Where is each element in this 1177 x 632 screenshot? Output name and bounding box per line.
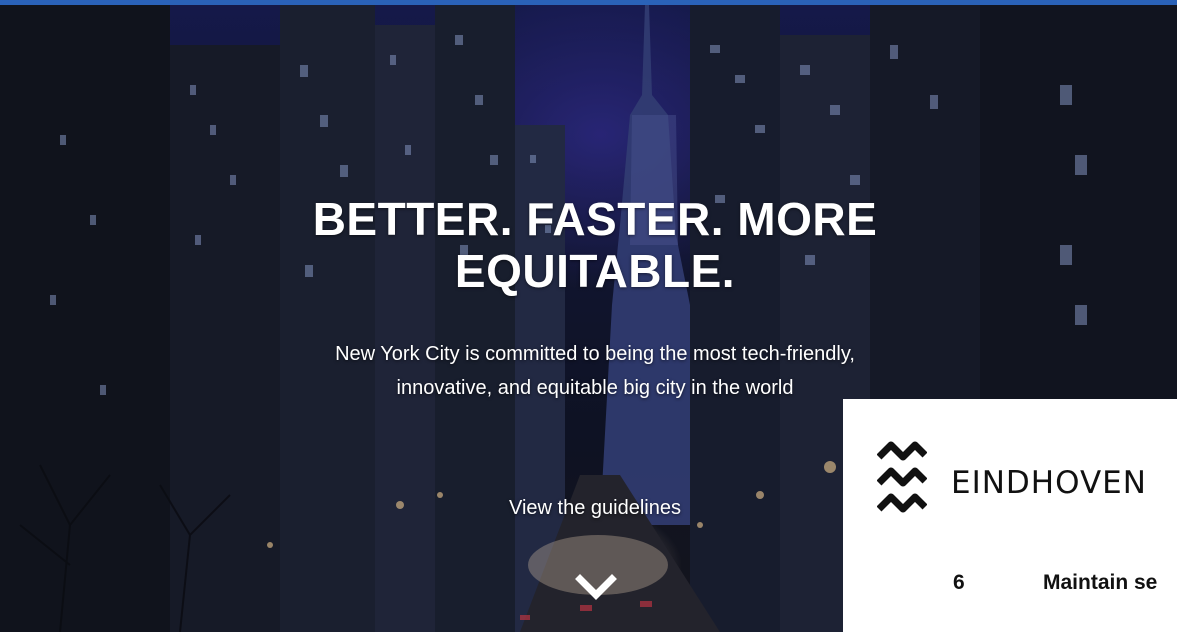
scroll-down-button[interactable] bbox=[575, 571, 617, 603]
view-guidelines-link[interactable]: View the guidelines bbox=[450, 497, 740, 520]
page: BETTER. FASTER. MORE EQUITABLE. New York… bbox=[0, 0, 1177, 632]
chevron-down-icon bbox=[575, 574, 617, 600]
hero-headline: BETTER. FASTER. MORE EQUITABLE. bbox=[312, 193, 878, 297]
hero-subtext: New York City is committed to being the … bbox=[335, 343, 855, 399]
eindhoven-card: EINDHOVEN 6 Maintain se bbox=[843, 399, 1177, 632]
top-accent-bar bbox=[0, 0, 1177, 5]
list-item-text: Maintain se bbox=[1043, 571, 1158, 594]
eindhoven-wordmark: EINDHOVEN bbox=[951, 465, 1147, 501]
list-item-number: 6 bbox=[953, 571, 965, 594]
eindhoven-wave-logo-icon bbox=[877, 441, 927, 513]
